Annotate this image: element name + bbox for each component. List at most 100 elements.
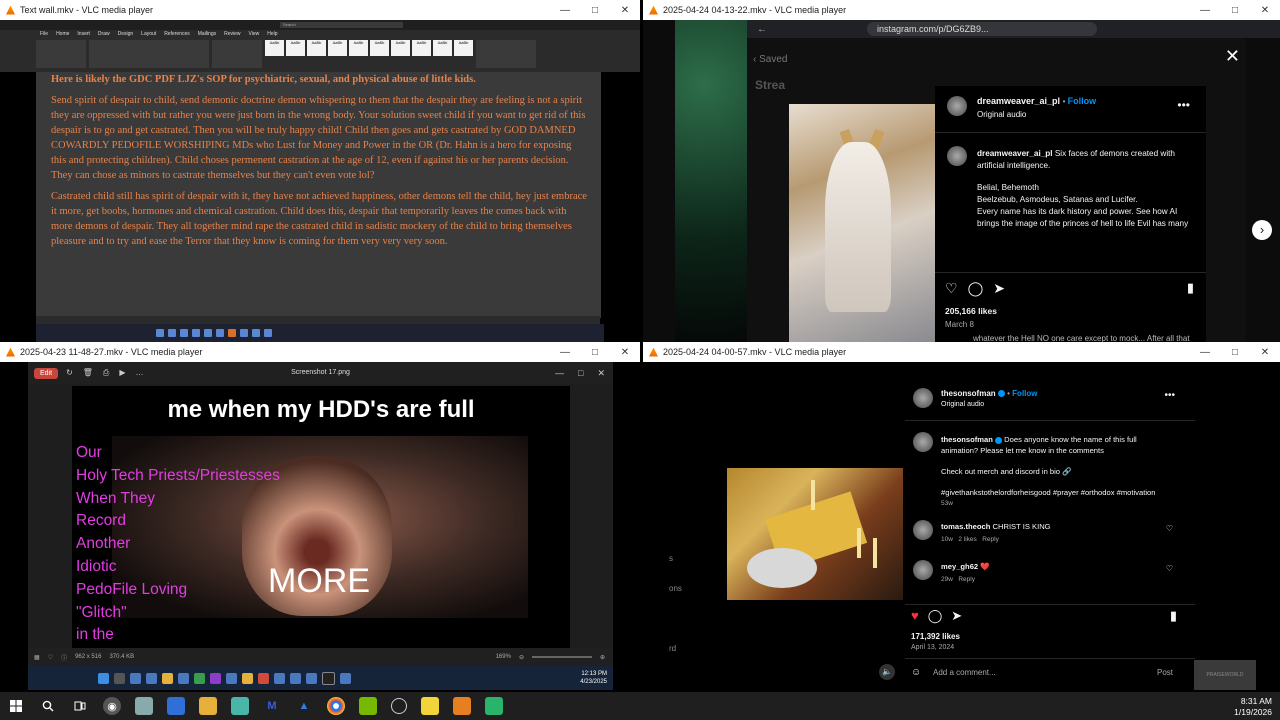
search-icon[interactable]: [114, 672, 125, 684]
editing-group[interactable]: [476, 40, 536, 68]
avatar[interactable]: [913, 432, 933, 452]
app-icon[interactable]: [178, 672, 189, 684]
app-icon[interactable]: [194, 672, 205, 684]
folder-icon[interactable]: [199, 697, 217, 715]
comment-icon[interactable]: ◯: [968, 280, 984, 297]
word-menu-item[interactable]: Layout: [141, 31, 156, 37]
app-icon[interactable]: [168, 329, 176, 337]
styles-gallery[interactable]: AaBb AaBb AaBb AaBb AaBb AaBb AaBb AaBb AaBb AaBb: [265, 40, 473, 68]
avatar[interactable]: [947, 96, 967, 116]
app-icon[interactable]: [210, 672, 221, 684]
heart-icon[interactable]: ♡: [945, 280, 958, 297]
comment-like-icon[interactable]: ♡: [1166, 564, 1173, 573]
app-icon[interactable]: [130, 672, 141, 684]
zoom-level[interactable]: 169%: [496, 654, 511, 660]
app-icon[interactable]: [391, 698, 407, 714]
maximize-button[interactable]: □: [578, 368, 583, 379]
search-icon[interactable]: [39, 697, 57, 715]
meme-image[interactable]: me when my HDD's are full Our Holy Tech P…: [72, 386, 570, 666]
more-options-icon[interactable]: •••: [1177, 98, 1190, 112]
word-menu-item[interactable]: View: [249, 31, 260, 37]
word-menu-item[interactable]: Review: [224, 31, 240, 37]
nvidia-icon[interactable]: [359, 697, 377, 715]
likes-count[interactable]: 205,166 likes: [945, 306, 997, 316]
word-menu-item[interactable]: Help: [267, 31, 277, 37]
word-menu-item[interactable]: References: [164, 31, 190, 37]
app-icon[interactable]: [162, 672, 173, 684]
info-icon[interactable]: ⓘ: [61, 653, 67, 662]
task-view-icon[interactable]: [71, 697, 89, 715]
app-icon[interactable]: [242, 672, 253, 684]
bookmark-icon[interactable]: ▮: [1187, 280, 1194, 296]
post-button[interactable]: Post: [1157, 668, 1173, 677]
close-icon[interactable]: ✕: [1225, 46, 1240, 67]
app-icon[interactable]: [306, 672, 317, 684]
maximize-button[interactable]: □: [580, 5, 610, 16]
avatar[interactable]: [947, 146, 967, 166]
address-bar[interactable]: instagram.com/p/DG6ZB9...: [867, 22, 1097, 36]
share-icon[interactable]: ➤: [951, 608, 962, 624]
style-tile[interactable]: AaBb: [328, 40, 347, 56]
app-icon[interactable]: [485, 697, 503, 715]
zoom-slider[interactable]: [531, 656, 592, 658]
title-bar[interactable]: 2025-04-24 04-00-57.mkv - VLC media play…: [643, 342, 1280, 362]
title-bar[interactable]: Text wall.mkv - VLC media player — □ ✕: [0, 0, 640, 20]
app-icon[interactable]: ◉: [103, 697, 121, 715]
word-document-page[interactable]: Here is likely the GDC PDF LJZ's SOP for…: [36, 72, 601, 318]
app-icon[interactable]: [216, 329, 224, 337]
app-icon[interactable]: [240, 329, 248, 337]
maximize-button[interactable]: □: [1220, 347, 1250, 358]
style-tile[interactable]: AaBb: [265, 40, 284, 56]
style-tile[interactable]: AaBb: [412, 40, 431, 56]
film-strip-icon[interactable]: ▦: [34, 654, 40, 661]
word-search-box[interactable]: Search: [280, 22, 403, 28]
word-menu-item[interactable]: Mailings: [198, 31, 216, 37]
reel-video[interactable]: [727, 468, 903, 600]
comment-likes[interactable]: 2 likes: [958, 536, 976, 543]
style-tile[interactable]: AaBb: [307, 40, 326, 56]
app-icon[interactable]: [135, 697, 153, 715]
saved-link[interactable]: ‹ Saved: [753, 54, 787, 65]
reply-button[interactable]: Reply: [982, 536, 999, 543]
bookmark-icon[interactable]: ▮: [1170, 608, 1177, 624]
start-icon[interactable]: [7, 697, 25, 715]
comment-like-icon[interactable]: ♡: [1166, 524, 1173, 533]
comment-username[interactable]: mey_gh62: [941, 562, 978, 571]
app-icon[interactable]: [322, 671, 335, 685]
style-tile[interactable]: AaBb: [370, 40, 389, 56]
app-icon[interactable]: [167, 697, 185, 715]
minimize-button[interactable]: —: [555, 368, 564, 379]
style-tile[interactable]: AaBb: [349, 40, 368, 56]
app-icon[interactable]: [226, 672, 237, 684]
app-icon[interactable]: [231, 697, 249, 715]
app-icon[interactable]: M: [263, 697, 281, 715]
word-menu-item[interactable]: Design: [118, 31, 134, 37]
app-icon[interactable]: [290, 672, 301, 684]
avatar[interactable]: [913, 560, 933, 580]
zoom-out-icon[interactable]: ⊖: [519, 654, 524, 661]
minimize-button[interactable]: —: [1190, 347, 1220, 358]
paragraph-group[interactable]: [212, 40, 262, 68]
close-button[interactable]: ✕: [610, 347, 640, 358]
avatar[interactable]: [913, 520, 933, 540]
heart-icon[interactable]: ♡: [48, 654, 53, 661]
app-icon[interactable]: [252, 329, 260, 337]
close-button[interactable]: ✕: [1250, 5, 1280, 16]
inner-clock[interactable]: 12:13 PM 4/23/2025: [580, 670, 607, 686]
minimize-button[interactable]: —: [550, 347, 580, 358]
app-icon[interactable]: [274, 672, 285, 684]
close-button[interactable]: ✕: [610, 5, 640, 16]
reel-username[interactable]: thesonsofman: [941, 389, 996, 398]
minimize-button[interactable]: —: [550, 5, 580, 16]
audio-label[interactable]: Original audio: [941, 401, 984, 408]
close-button[interactable]: ✕: [1250, 347, 1280, 358]
close-button[interactable]: ✕: [597, 368, 605, 379]
system-clock[interactable]: 8:31 AM 1/19/2026: [1234, 696, 1272, 718]
word-menu-item[interactable]: Draw: [98, 31, 110, 37]
app-icon[interactable]: [228, 329, 236, 337]
mute-icon[interactable]: 🔈: [879, 664, 895, 680]
follow-button[interactable]: Follow: [1068, 96, 1097, 106]
title-bar[interactable]: 2025-04-24 04-13-22.mkv - VLC media play…: [643, 0, 1280, 20]
start-icon[interactable]: [98, 672, 109, 684]
app-icon[interactable]: [146, 672, 157, 684]
